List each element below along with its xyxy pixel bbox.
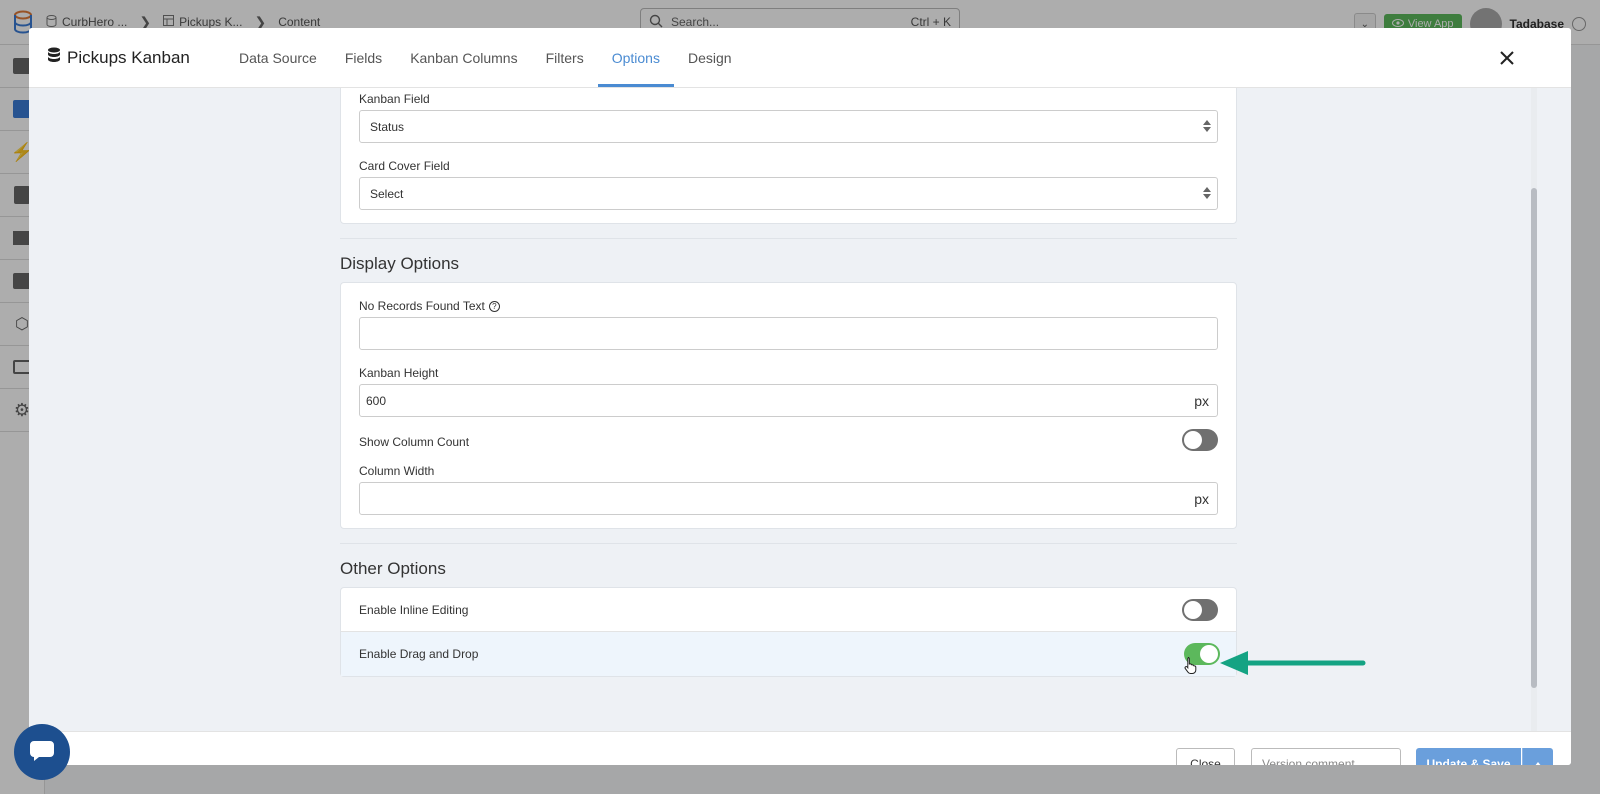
tab-design[interactable]: Design: [674, 28, 746, 87]
modal-tabs: Data Source Fields Kanban Columns Filter…: [225, 28, 746, 87]
tab-data-source[interactable]: Data Source: [225, 28, 331, 87]
database-icon: [47, 47, 61, 68]
section-divider: [340, 543, 1237, 544]
modal-content: Kanban Field Status Card Cover Field Sel…: [29, 88, 1571, 731]
annotation-arrow-icon: [1220, 648, 1366, 681]
px-suffix: px: [1194, 491, 1209, 507]
chat-widget-button[interactable]: [14, 724, 70, 780]
select-arrows-icon: [1203, 120, 1211, 132]
inline-editing-row: Enable Inline Editing: [341, 588, 1236, 632]
help-icon[interactable]: ?: [488, 300, 500, 312]
update-save-button[interactable]: Update & Save: [1416, 748, 1521, 765]
display-options-panel: No Records Found Text ? Kanban Height 60…: [340, 282, 1237, 529]
card-cover-field-label: Card Cover Field: [359, 159, 450, 173]
save-options-dropdown[interactable]: [1522, 748, 1553, 765]
select-arrows-icon: [1203, 187, 1211, 199]
toggle-knob: [1200, 645, 1218, 663]
kanban-field-label: Kanban Field: [359, 92, 430, 106]
tab-fields[interactable]: Fields: [331, 28, 396, 87]
modal-scrollbar[interactable]: [1531, 88, 1537, 731]
column-width-label: Column Width: [359, 464, 435, 478]
px-suffix: px: [1194, 393, 1209, 409]
column-width-input[interactable]: px: [359, 482, 1218, 515]
other-options-title: Other Options: [340, 559, 446, 578]
no-records-label: No Records Found Text ?: [359, 299, 500, 313]
show-column-count-toggle[interactable]: [1182, 429, 1218, 451]
modal-footer: Close Version comment Update & Save: [29, 731, 1571, 765]
section-divider: [340, 238, 1237, 239]
card-cover-field-select[interactable]: Select: [359, 177, 1218, 210]
display-options-title: Display Options: [340, 254, 460, 273]
no-records-input[interactable]: [359, 317, 1218, 350]
modal-title: Pickups Kanban: [29, 28, 225, 87]
close-button[interactable]: Close: [1176, 748, 1235, 765]
caret-up-icon: [1534, 761, 1542, 765]
drag-drop-row: Enable Drag and Drop: [341, 632, 1236, 676]
kanban-height-label: Kanban Height: [359, 366, 439, 380]
scrollbar-thumb[interactable]: [1531, 188, 1537, 688]
tab-filters[interactable]: Filters: [532, 28, 598, 87]
close-icon[interactable]: [1495, 46, 1519, 70]
kanban-field-select[interactable]: Status: [359, 110, 1218, 143]
tab-kanban-columns[interactable]: Kanban Columns: [396, 28, 531, 87]
tab-options[interactable]: Options: [597, 28, 675, 87]
show-column-count-label: Show Column Count: [359, 435, 470, 449]
pointer-cursor-icon: [1184, 656, 1198, 677]
inline-editing-toggle[interactable]: [1182, 599, 1218, 621]
kanban-height-input[interactable]: 600 px: [359, 384, 1218, 417]
version-comment-input[interactable]: Version comment: [1251, 748, 1401, 765]
other-options-panel: Enable Inline Editing Enable Drag and Dr…: [340, 587, 1237, 677]
toggle-knob: [1184, 601, 1202, 619]
fields-panel: Kanban Field Status Card Cover Field Sel…: [340, 88, 1237, 224]
modal-header: Pickups Kanban Data Source Fields Kanban…: [29, 28, 1571, 88]
chat-icon: [29, 739, 55, 766]
toggle-knob: [1184, 431, 1202, 449]
